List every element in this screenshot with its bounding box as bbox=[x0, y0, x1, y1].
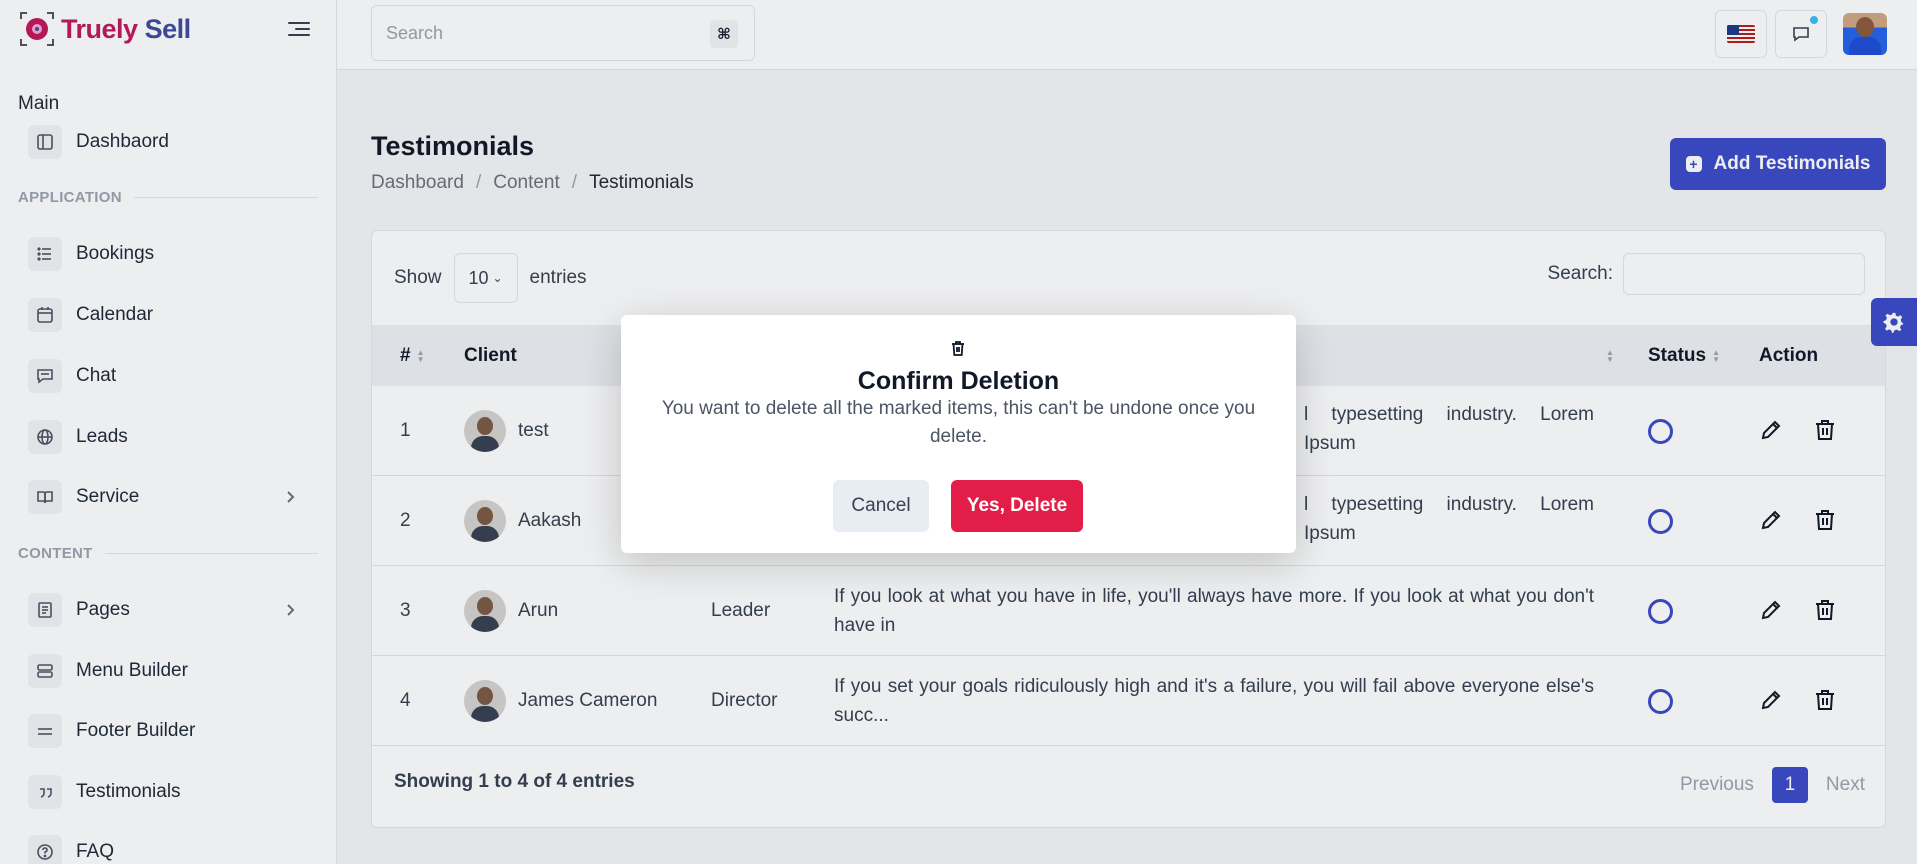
confirm-delete-button[interactable]: Yes, Delete bbox=[951, 480, 1083, 532]
cancel-button[interactable]: Cancel bbox=[833, 480, 929, 532]
modal-message: You want to delete all the marked items,… bbox=[661, 398, 1256, 447]
modal-title: Confirm Deletion bbox=[857, 367, 1060, 395]
confirm-deletion-modal: Confirm Deletion You want to delete all … bbox=[621, 315, 1296, 553]
trash-icon bbox=[948, 339, 968, 359]
